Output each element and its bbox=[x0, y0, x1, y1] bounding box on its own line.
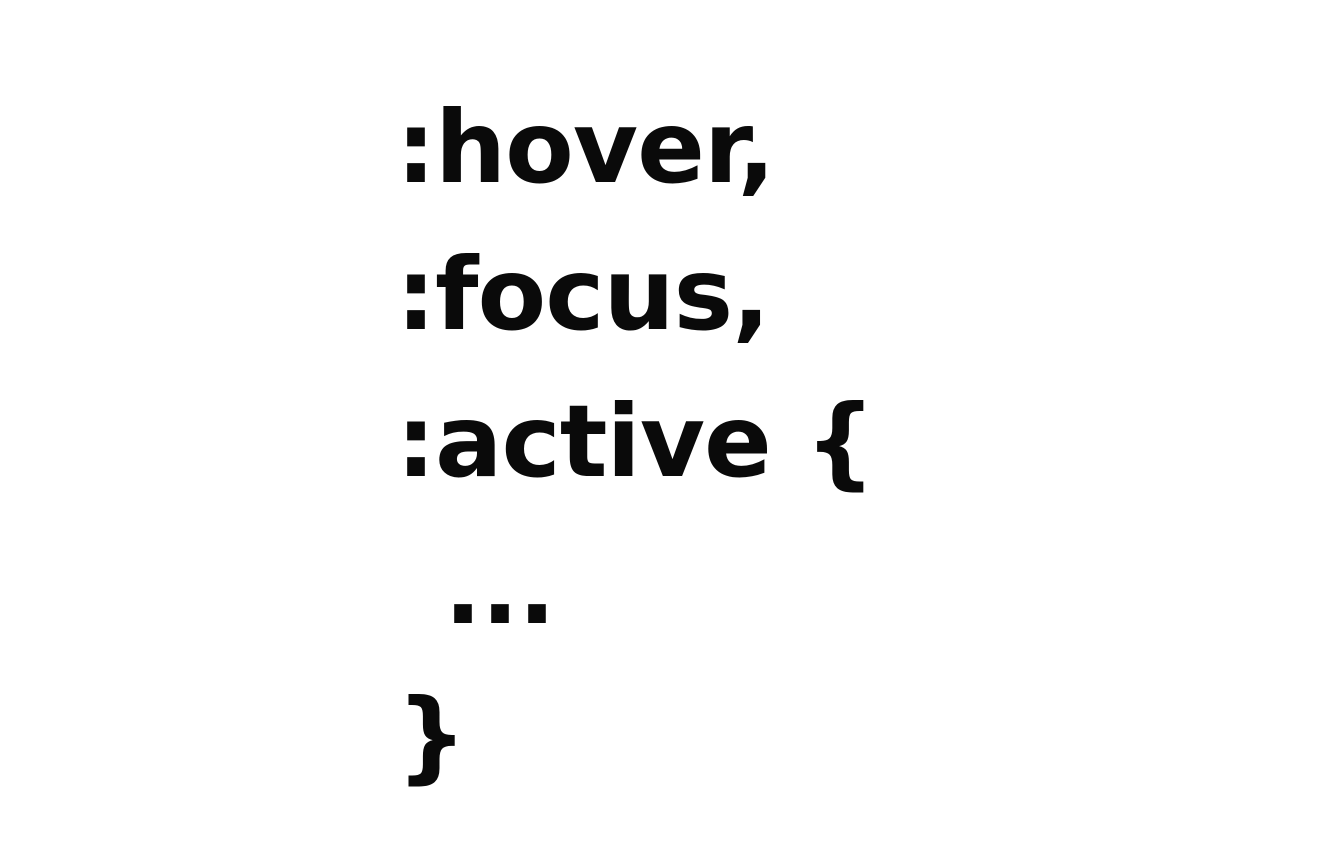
code-line-focus: :focus, bbox=[396, 236, 770, 353]
code-line-active: :active { bbox=[396, 383, 876, 500]
code-line-closing-brace: } bbox=[396, 677, 467, 794]
code-line-ellipsis: ... bbox=[444, 530, 556, 647]
code-line-hover: :hover, bbox=[396, 89, 775, 206]
